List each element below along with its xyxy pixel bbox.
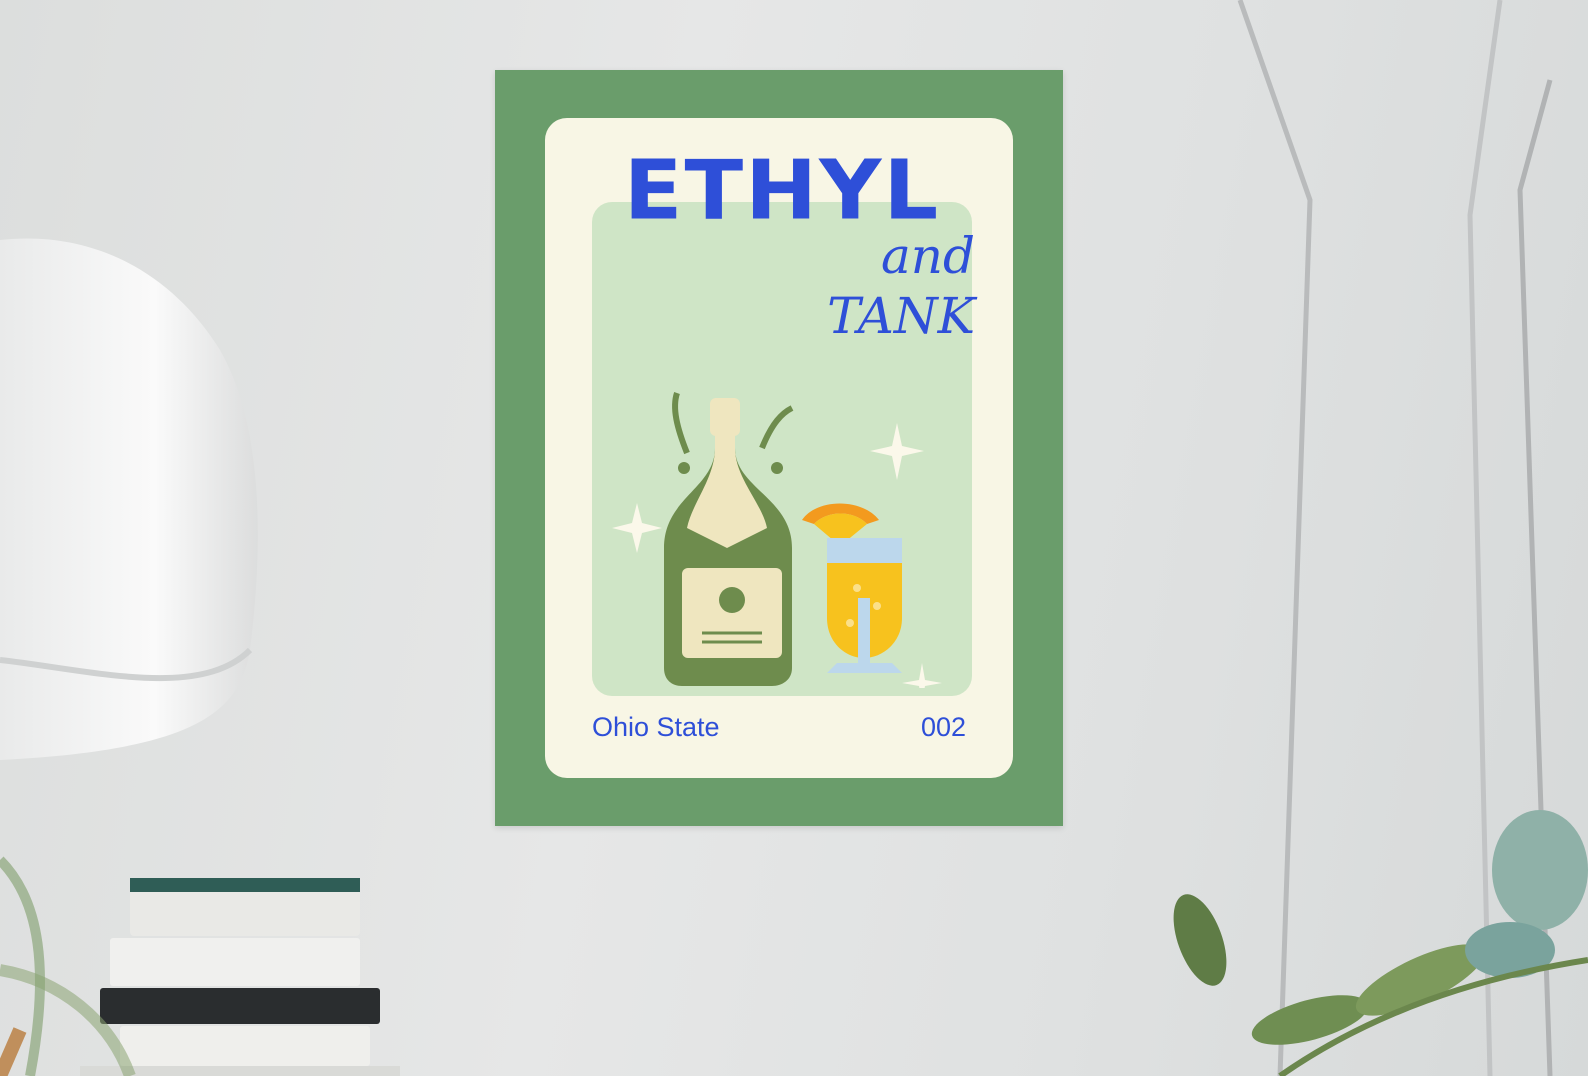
sparkle-icon [870,423,924,480]
poster-title: ETHYL [623,143,941,239]
white-chair [0,238,258,760]
wall-scene: ETHYL and TANK Ohio State 002 [0,0,1588,1076]
poster-location: Ohio State [592,712,720,742]
poster-number: 002 [920,712,966,742]
plant-right [1173,810,1588,1076]
champagne-illustration [612,392,942,688]
sparkle-icon [612,503,662,553]
poster-card: ETHYL and TANK Ohio State 002 [545,118,1013,778]
plant-leaves-left [0,856,136,1076]
sparkle-icon [902,663,942,688]
poster: ETHYL and TANK Ohio State 002 [495,70,1063,826]
